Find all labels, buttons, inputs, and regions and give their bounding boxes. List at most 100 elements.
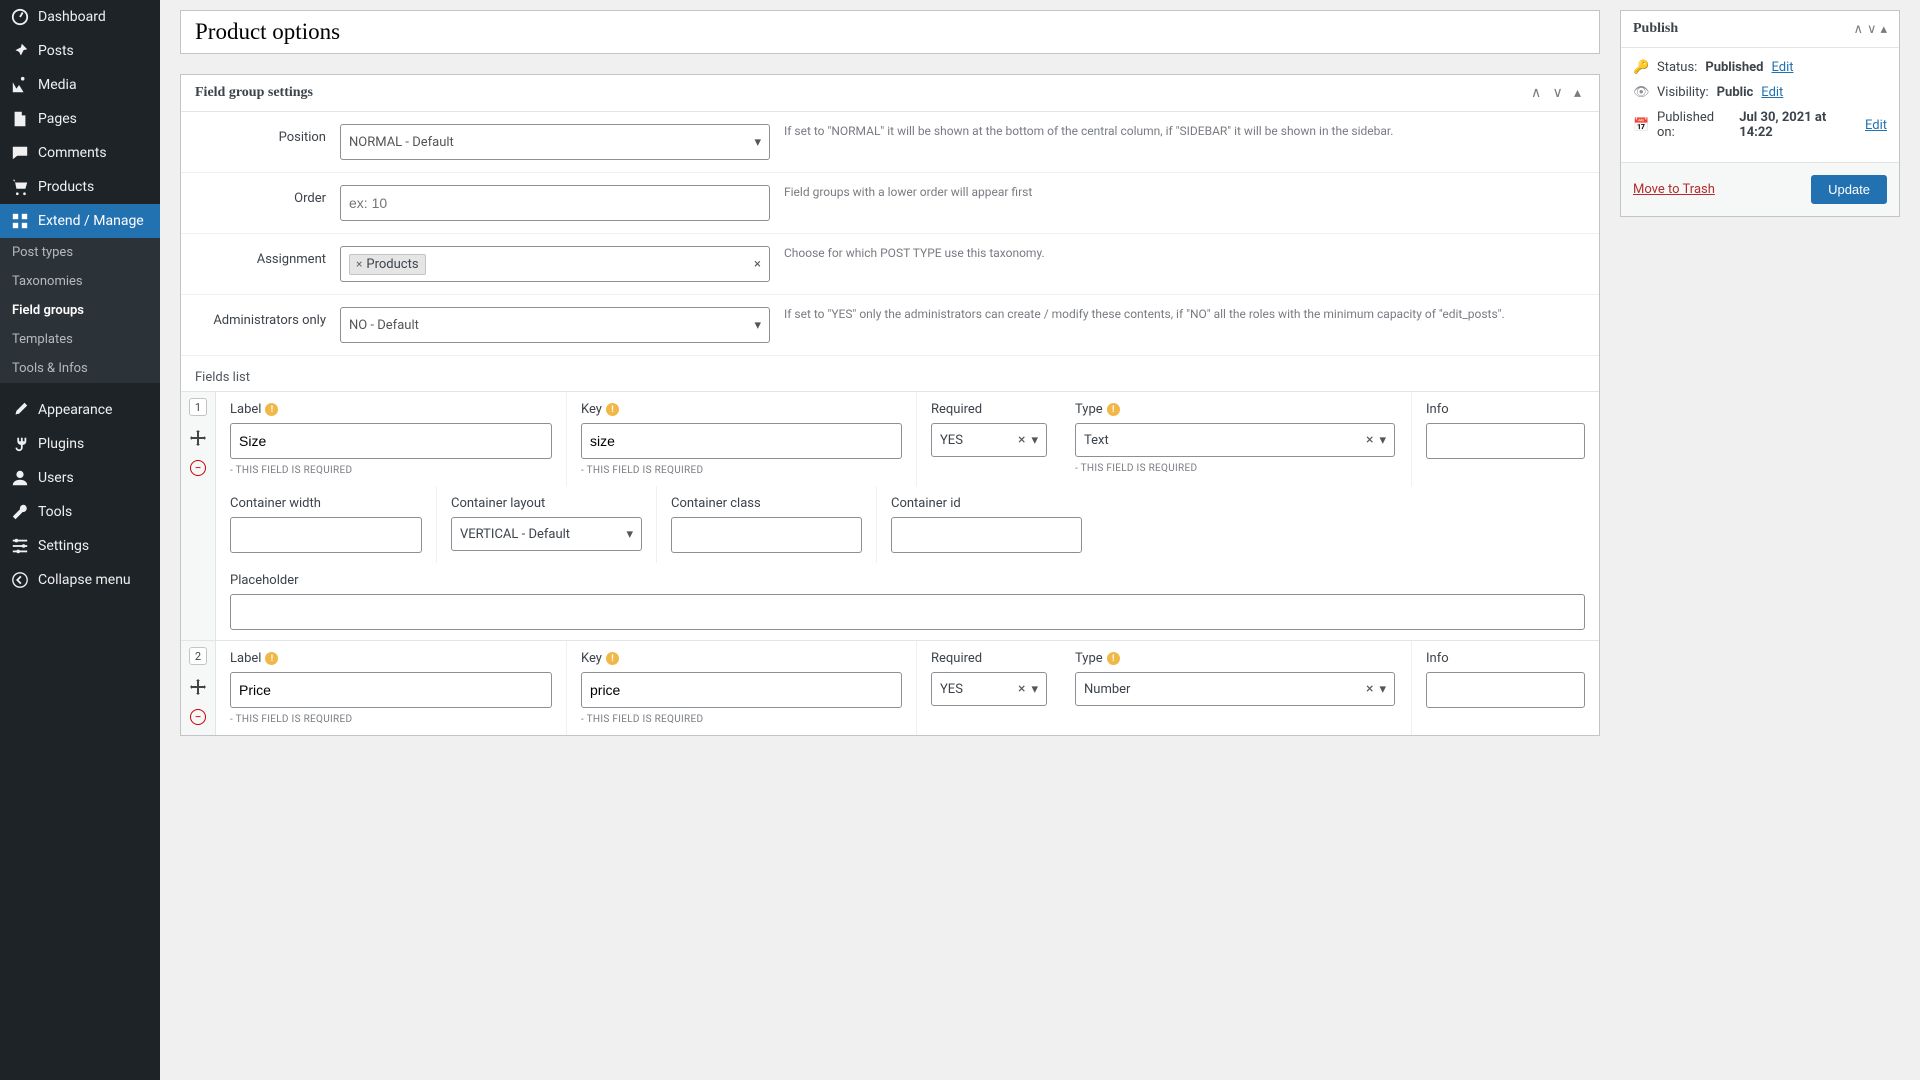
remove-icon[interactable]: −	[190, 709, 206, 725]
panel-title: Field group settings	[195, 85, 313, 101]
position-select[interactable]: NORMAL - Default ▾	[340, 124, 770, 160]
info-input[interactable]	[1426, 423, 1585, 459]
assignment-input[interactable]: ×Products ×	[340, 246, 770, 282]
sidebar-sub-post-types[interactable]: Post types	[0, 238, 160, 267]
edit-status-link[interactable]: Edit	[1771, 60, 1793, 75]
sidebar-item-collapse-menu[interactable]: Collapse menu	[0, 563, 160, 597]
clear-icon[interactable]: ×	[1018, 681, 1025, 697]
key-icon: 🔑	[1633, 60, 1649, 75]
sidebar-item-users[interactable]: Users	[0, 461, 160, 495]
sidebar-sub-taxonomies[interactable]: Taxonomies	[0, 267, 160, 296]
sidebar-item-pages[interactable]: Pages	[0, 102, 160, 136]
field-label-input[interactable]	[230, 423, 552, 459]
sidebar-item-dashboard[interactable]: Dashboard	[0, 0, 160, 34]
remove-icon[interactable]: −	[190, 460, 206, 476]
wrench-icon	[10, 503, 30, 521]
sidebar-item-appearance[interactable]: Appearance	[0, 393, 160, 427]
required-select[interactable]: YES×▾	[931, 672, 1047, 706]
brush-icon	[10, 401, 30, 419]
plug-icon	[10, 435, 30, 453]
container-width-input[interactable]	[230, 517, 422, 553]
sidebar-item-media[interactable]: Media	[0, 68, 160, 102]
field-block: 1 − Label! - THIS FIELD IS REQUIRED Key!	[181, 391, 1599, 640]
move-icon[interactable]	[190, 679, 206, 695]
container-layout-select[interactable]: VERTICAL - Default▾	[451, 517, 642, 551]
order-input[interactable]	[340, 185, 770, 221]
position-label: Position	[195, 124, 340, 160]
field-block: 2 − Label! - THIS FIELD IS REQUIRED Key!	[181, 640, 1599, 735]
caret-down-icon: ▾	[1379, 433, 1386, 448]
field-key-input[interactable]	[581, 672, 902, 708]
cart-icon	[10, 178, 30, 196]
settings-icon	[10, 537, 30, 555]
chevron-down-icon[interactable]: ∨	[1867, 22, 1877, 37]
sidebar-item-extend-manage[interactable]: Extend / Manage	[0, 204, 160, 238]
sidebar-item-settings[interactable]: Settings	[0, 529, 160, 563]
collapse-icon[interactable]: ▴	[1570, 83, 1585, 103]
caret-down-icon: ▾	[1031, 433, 1038, 448]
publish-title: Publish	[1633, 21, 1678, 37]
page-icon	[10, 110, 30, 128]
info-icon: !	[1107, 403, 1120, 416]
comment-icon	[10, 144, 30, 162]
caret-down-icon: ▾	[1379, 682, 1386, 697]
required-select[interactable]: YES×▾	[931, 423, 1047, 457]
chevron-up-icon[interactable]: ∧	[1853, 22, 1863, 37]
admin-sidebar: DashboardPostsMediaPagesCommentsProducts…	[0, 0, 160, 1080]
info-icon: !	[1107, 652, 1120, 665]
move-icon[interactable]	[190, 430, 206, 446]
order-help: Field groups with a lower order will app…	[770, 185, 1585, 221]
order-label: Order	[195, 185, 340, 221]
edit-date-link[interactable]: Edit	[1865, 118, 1887, 133]
info-icon: !	[265, 403, 278, 416]
move-to-trash-link[interactable]: Move to Trash	[1633, 182, 1715, 197]
edit-visibility-link[interactable]: Edit	[1761, 85, 1783, 100]
fields-list-label: Fields list	[181, 356, 1599, 391]
type-select[interactable]: Text×▾	[1075, 423, 1395, 457]
title-input[interactable]	[180, 10, 1600, 54]
eye-icon: 👁	[1633, 85, 1649, 100]
media-icon	[10, 76, 30, 94]
info-input[interactable]	[1426, 672, 1585, 708]
caret-down-icon: ▾	[626, 527, 633, 542]
sidebar-item-tools[interactable]: Tools	[0, 495, 160, 529]
sidebar-sub-field-groups[interactable]: Field groups	[0, 296, 160, 325]
container-id-input[interactable]	[891, 517, 1082, 553]
admins-help: If set to "YES" only the administrators …	[770, 307, 1585, 343]
field-label-input[interactable]	[230, 672, 552, 708]
sidebar-item-comments[interactable]: Comments	[0, 136, 160, 170]
pin-icon	[10, 42, 30, 60]
info-icon: !	[606, 403, 619, 416]
admins-label: Administrators only	[195, 307, 340, 343]
info-icon: !	[265, 652, 278, 665]
sidebar-item-products[interactable]: Products	[0, 170, 160, 204]
clear-icon[interactable]: ×	[754, 257, 761, 272]
remove-tag-icon[interactable]: ×	[356, 257, 362, 271]
collapse-icon	[10, 571, 30, 589]
clear-icon[interactable]: ×	[1018, 432, 1025, 448]
clear-icon[interactable]: ×	[1366, 681, 1373, 697]
field-key-input[interactable]	[581, 423, 902, 459]
assignment-label: Assignment	[195, 246, 340, 282]
caret-down-icon: ▾	[754, 318, 761, 333]
sidebar-item-posts[interactable]: Posts	[0, 34, 160, 68]
chevron-down-icon[interactable]: ∨	[1548, 83, 1566, 103]
admins-select[interactable]: NO - Default ▾	[340, 307, 770, 343]
container-class-input[interactable]	[671, 517, 862, 553]
collapse-icon[interactable]: ▴	[1880, 22, 1887, 37]
placeholder-input[interactable]	[230, 594, 1585, 630]
clear-icon[interactable]: ×	[1366, 432, 1373, 448]
dashboard-icon	[10, 8, 30, 26]
assignment-help: Choose for which POST TYPE use this taxo…	[770, 246, 1585, 282]
type-select[interactable]: Number×▾	[1075, 672, 1395, 706]
chevron-up-icon[interactable]: ∧	[1527, 83, 1545, 103]
field-number: 2	[189, 647, 207, 665]
update-button[interactable]: Update	[1811, 175, 1887, 204]
caret-down-icon: ▾	[754, 135, 761, 150]
sidebar-item-plugins[interactable]: Plugins	[0, 427, 160, 461]
extend-icon	[10, 212, 30, 230]
field-group-settings-panel: Field group settings ∧ ∨ ▴ Position NORM…	[180, 74, 1600, 736]
sidebar-sub-tools-infos[interactable]: Tools & Infos	[0, 354, 160, 383]
publish-panel: Publish ∧ ∨ ▴ 🔑 Status: Published Edit	[1620, 10, 1900, 217]
sidebar-sub-templates[interactable]: Templates	[0, 325, 160, 354]
